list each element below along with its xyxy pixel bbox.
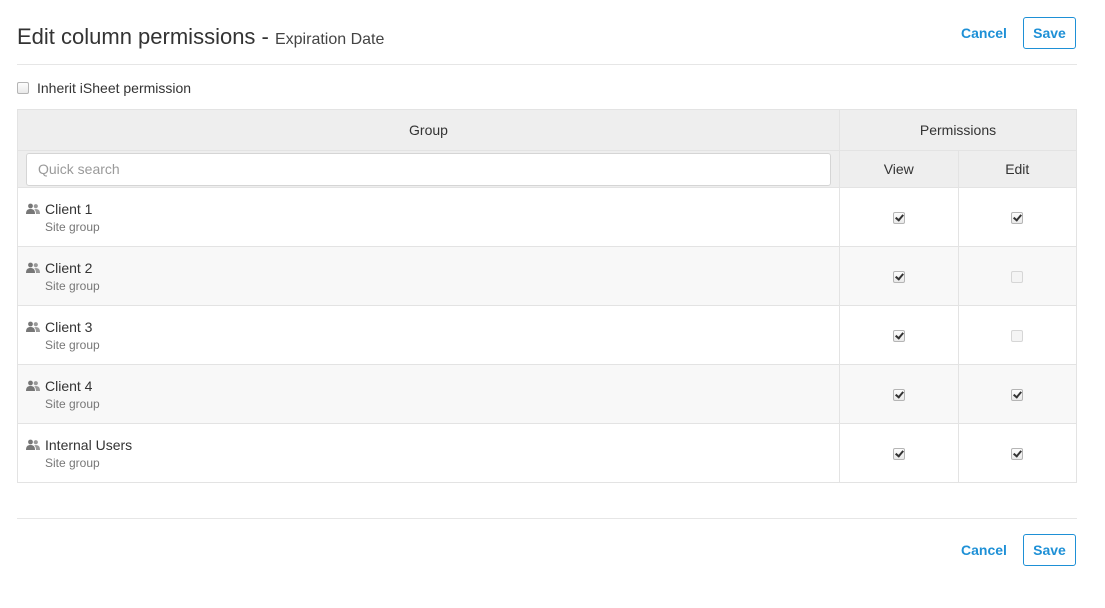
footer-divider (17, 518, 1077, 519)
view-permission-cell (839, 364, 959, 424)
edit-permission-cell (957, 423, 1077, 483)
group-cell: Client 1 Site group (17, 187, 840, 247)
view-permission-checkbox[interactable] (892, 389, 905, 402)
group-name: Internal Users (45, 436, 133, 453)
edit-column-header: Edit (957, 150, 1077, 188)
group-cell: Client 2 Site group (17, 246, 840, 306)
group-cell: Internal Users Site group (17, 423, 840, 483)
users-icon (26, 321, 40, 332)
permissions-table: Group Permissions View Edit Client 1 Sit (17, 109, 1077, 483)
edit-permission-checkbox[interactable] (1011, 271, 1024, 284)
view-permission-cell (839, 187, 959, 247)
group-type: Site group (45, 278, 100, 293)
view-permission-checkbox[interactable] (892, 448, 905, 461)
group-type: Site group (45, 219, 100, 234)
group-name-line: Client 1 (26, 201, 839, 217)
group-name: Client 2 (45, 259, 93, 276)
view-permission-cell (839, 246, 959, 306)
view-permission-checkbox[interactable] (892, 330, 905, 343)
group-type: Site group (45, 396, 100, 411)
group-name-line: Client 3 (26, 319, 839, 335)
group-cell: Client 4 Site group (17, 364, 840, 424)
page-title: Edit column permissions - Expiration Dat… (17, 24, 384, 50)
users-icon (26, 439, 40, 450)
view-column-header: View (839, 150, 959, 188)
group-name: Client 3 (45, 318, 93, 335)
save-button-top[interactable]: Save (1023, 17, 1076, 49)
edit-permission-cell (957, 187, 1077, 247)
group-type: Site group (45, 455, 100, 470)
group-type: Site group (45, 337, 100, 352)
inherit-permission-checkbox[interactable] (17, 82, 29, 94)
users-icon (26, 380, 40, 391)
title-text: Edit column permissions - (17, 24, 275, 49)
users-icon (26, 203, 40, 214)
group-name-line: Client 2 (26, 260, 839, 276)
edit-permission-checkbox[interactable] (1011, 212, 1024, 225)
group-name-line: Internal Users (26, 437, 839, 453)
view-permission-cell (839, 305, 959, 365)
view-permission-cell (839, 423, 959, 483)
group-column-header: Group (17, 109, 840, 151)
inherit-permission-label: Inherit iSheet permission (37, 80, 192, 96)
edit-permission-cell (957, 246, 1077, 306)
edit-permission-checkbox[interactable] (1011, 330, 1024, 343)
quick-search-input[interactable] (26, 152, 831, 186)
edit-permission-cell (957, 305, 1077, 365)
view-permission-checkbox[interactable] (892, 271, 905, 284)
dialog-header: Edit column permissions - Expiration Dat… (17, 17, 1077, 65)
column-name: Expiration Date (274, 31, 385, 48)
table-row: Client 3 Site group (17, 305, 1077, 365)
edit-permission-cell (957, 364, 1077, 424)
search-cell (17, 150, 840, 188)
group-name-line: Client 4 (26, 378, 839, 394)
cancel-button-bottom[interactable]: Cancel (961, 542, 1007, 558)
save-button-bottom[interactable]: Save (1023, 534, 1076, 566)
inherit-permission-option[interactable]: Inherit iSheet permission (17, 80, 191, 96)
group-name: Client 4 (45, 377, 93, 394)
users-icon (26, 262, 40, 273)
group-cell: Client 3 Site group (17, 305, 840, 365)
table-row: Client 4 Site group (17, 364, 1077, 424)
table-row: Client 1 Site group (17, 187, 1077, 247)
table-row: Client 2 Site group (17, 246, 1077, 306)
group-rows: Client 1 Site group Client 2 Site group (17, 187, 1077, 483)
view-permission-checkbox[interactable] (892, 212, 905, 225)
edit-permission-checkbox[interactable] (1011, 389, 1024, 402)
table-row: Internal Users Site group (17, 423, 1077, 483)
permissions-column-header: Permissions (839, 109, 1077, 151)
group-name: Client 1 (45, 200, 93, 217)
cancel-button-top[interactable]: Cancel (961, 25, 1007, 41)
edit-permission-checkbox[interactable] (1011, 448, 1024, 461)
